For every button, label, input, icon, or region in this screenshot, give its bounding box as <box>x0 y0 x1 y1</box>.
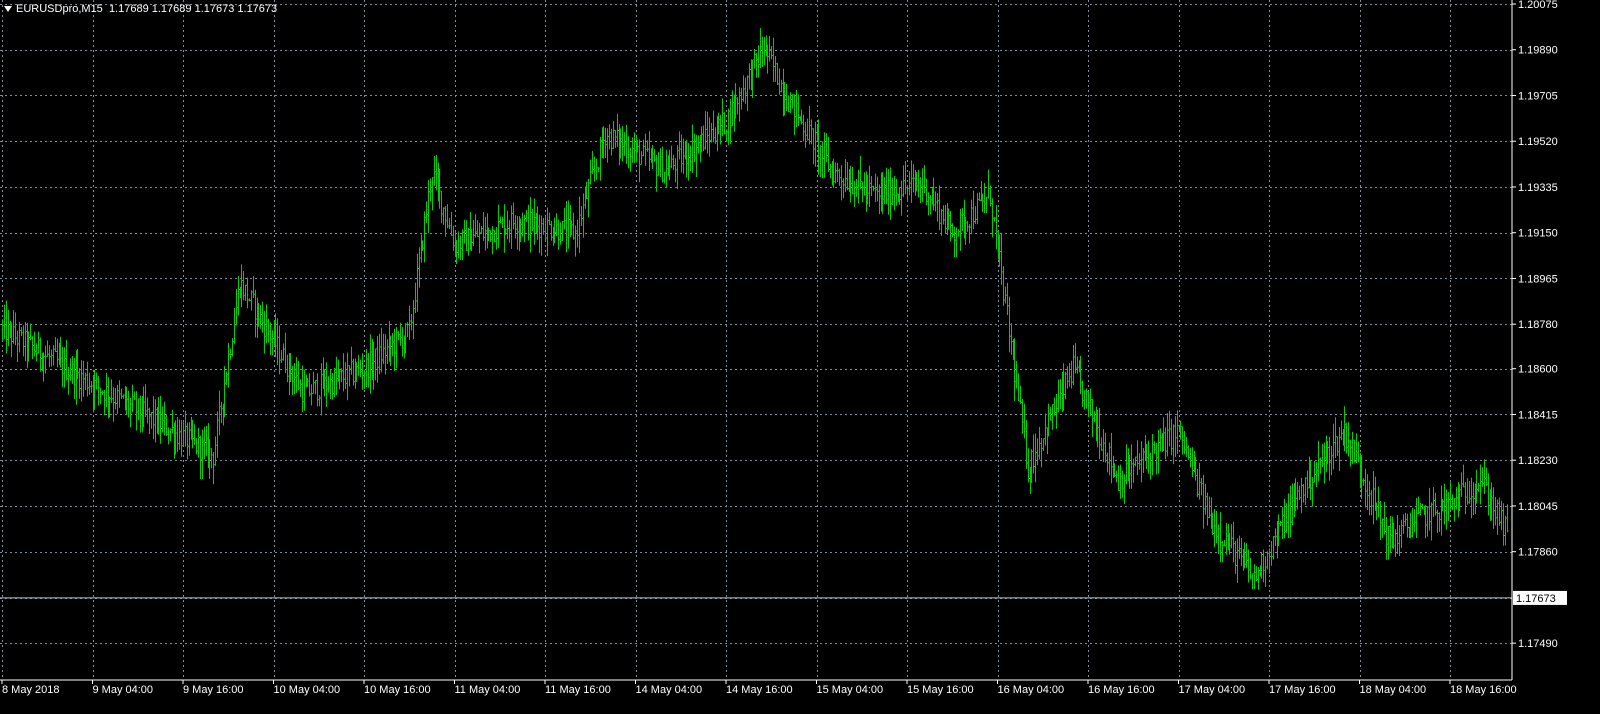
price-tick-label: 1.18780 <box>1518 319 1558 331</box>
price-tick-label: 1.19150 <box>1518 228 1558 240</box>
time-tick-label: 11 May 04:00 <box>455 684 521 696</box>
price-tick-label: 1.18045 <box>1518 501 1558 513</box>
current-price-value: 1.17673 <box>1516 593 1556 605</box>
price-tick-label: 1.19520 <box>1518 136 1558 148</box>
time-tick-label: 9 May 04:00 <box>93 684 154 696</box>
time-tick-label: 11 May 16:00 <box>545 684 611 696</box>
price-axis: 1.20075 1.19890 1.19705 1.19520 1.19335 1.191… <box>1512 0 1558 650</box>
price-tick-label: 1.18230 <box>1518 455 1558 467</box>
time-tick-label: 17 May 04:00 <box>1179 684 1246 696</box>
time-axis: 8 May 2018 9 May 04:00 9 May 16:00 10 May 0… <box>1 680 1517 696</box>
time-tick-label: 18 May 16:00 <box>1450 684 1517 696</box>
plot-area[interactable] <box>0 0 1512 680</box>
time-tick-label: 15 May 04:00 <box>817 684 884 696</box>
price-tick-label: 1.19705 <box>1518 90 1558 102</box>
time-tick-label: 10 May 16:00 <box>364 684 431 696</box>
time-tick-label: 8 May 2018 <box>2 684 59 696</box>
time-tick-label: 10 May 04:00 <box>274 684 341 696</box>
price-tick-label: 1.19335 <box>1518 182 1558 194</box>
price-tick-label: 1.20075 <box>1518 0 1558 11</box>
time-tick-label: 14 May 16:00 <box>726 684 793 696</box>
price-tick-label: 1.17490 <box>1518 638 1558 650</box>
time-tick-label: 9 May 16:00 <box>183 684 244 696</box>
price-chart[interactable]: 1.20075 1.19890 1.19705 1.19520 1.19335 1.191… <box>0 0 1600 714</box>
price-tick-label: 1.18415 <box>1518 409 1558 421</box>
price-tick-label: 1.17860 <box>1518 547 1558 559</box>
time-tick-label: 18 May 04:00 <box>1360 684 1427 696</box>
price-tick-label: 1.18965 <box>1518 273 1558 285</box>
ohlc-values: 1.17689 1.17689 1.17673 1.17673 <box>108 3 278 15</box>
symbol-timeframe: EURUSDpro,M15 <box>16 3 103 15</box>
current-price-label: 1.17673 <box>1513 590 1567 605</box>
chart-menu-triangle-icon[interactable] <box>4 6 12 13</box>
price-tick-label: 1.18600 <box>1518 364 1558 376</box>
chart-header: EURUSDpro,M15 1.17689 1.17689 1.17673 1.… <box>4 3 277 15</box>
time-tick-label: 16 May 04:00 <box>998 684 1065 696</box>
price-tick-label: 1.19890 <box>1518 45 1558 57</box>
time-tick-label: 16 May 16:00 <box>1088 684 1155 696</box>
time-tick-label: 17 May 16:00 <box>1269 684 1336 696</box>
time-tick-label: 15 May 16:00 <box>907 684 974 696</box>
time-tick-label: 14 May 04:00 <box>636 684 703 696</box>
